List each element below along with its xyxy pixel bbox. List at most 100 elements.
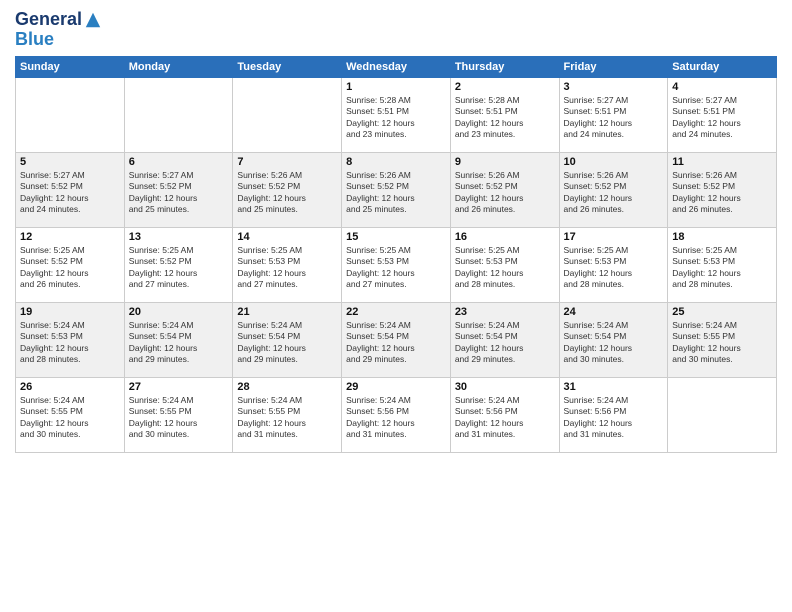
day-number: 27	[129, 381, 229, 393]
calendar-cell: 15 Sunrise: 5:25 AM Sunset: 5:53 PM Dayli…	[342, 227, 451, 302]
calendar-cell: 23 Sunrise: 5:24 AM Sunset: 5:54 PM Dayli…	[450, 302, 559, 377]
day-number: 3	[564, 81, 664, 93]
day-number: 19	[20, 306, 120, 318]
day-number: 13	[129, 231, 229, 243]
logo-general: General	[15, 10, 82, 30]
cell-details: Sunrise: 5:24 AM Sunset: 5:55 PM Dayligh…	[20, 395, 120, 441]
calendar-week-row: 1 Sunrise: 5:28 AM Sunset: 5:51 PM Daylig…	[16, 77, 777, 152]
calendar-cell: 14 Sunrise: 5:25 AM Sunset: 5:53 PM Dayli…	[233, 227, 342, 302]
calendar-cell: 28 Sunrise: 5:24 AM Sunset: 5:55 PM Dayli…	[233, 377, 342, 452]
calendar-cell	[668, 377, 777, 452]
calendar-cell: 5Sunrise: 5:27 AM Sunset: 5:52 PM Daylig…	[16, 152, 125, 227]
calendar-cell: 24Sunrise: 5:24 AM Sunset: 5:54 PM Dayli…	[559, 302, 668, 377]
calendar-cell: 25 Sunrise: 5:24 AM Sunset: 5:55 PM Dayli…	[668, 302, 777, 377]
calendar-cell: 12Sunrise: 5:25 AM Sunset: 5:52 PM Dayli…	[16, 227, 125, 302]
day-number: 30	[455, 381, 555, 393]
cell-details: Sunrise: 5:24 AM Sunset: 5:56 PM Dayligh…	[455, 395, 555, 441]
calendar-cell: 31 Sunrise: 5:24 AM Sunset: 5:56 PM Dayli…	[559, 377, 668, 452]
calendar-header-friday: Friday	[559, 56, 668, 77]
cell-details: Sunrise: 5:27 AM Sunset: 5:51 PM Dayligh…	[564, 95, 664, 141]
day-number: 22	[346, 306, 446, 318]
calendar-cell: 26 Sunrise: 5:24 AM Sunset: 5:55 PM Dayli…	[16, 377, 125, 452]
calendar-cell: 4Sunrise: 5:27 AM Sunset: 5:51 PM Daylig…	[668, 77, 777, 152]
cell-details: Sunrise: 5:24 AM Sunset: 5:55 PM Dayligh…	[129, 395, 229, 441]
cell-details: Sunrise: 5:26 AM Sunset: 5:52 PM Dayligh…	[455, 170, 555, 216]
day-number: 12	[20, 231, 120, 243]
calendar-cell: 16 Sunrise: 5:25 AM Sunset: 5:53 PM Dayli…	[450, 227, 559, 302]
cell-details: Sunrise: 5:26 AM Sunset: 5:52 PM Dayligh…	[346, 170, 446, 216]
cell-details: Sunrise: 5:26 AM Sunset: 5:52 PM Dayligh…	[672, 170, 772, 216]
calendar-header-monday: Monday	[124, 56, 233, 77]
calendar-cell: 1 Sunrise: 5:28 AM Sunset: 5:51 PM Daylig…	[342, 77, 451, 152]
calendar-cell: 6Sunrise: 5:27 AM Sunset: 5:52 PM Daylig…	[124, 152, 233, 227]
day-number: 29	[346, 381, 446, 393]
day-number: 2	[455, 81, 555, 93]
day-number: 6	[129, 156, 229, 168]
calendar-cell: 3 Sunrise: 5:27 AM Sunset: 5:51 PM Daylig…	[559, 77, 668, 152]
calendar-header-row: SundayMondayTuesdayWednesdayThursdayFrid…	[16, 56, 777, 77]
cell-details: Sunrise: 5:24 AM Sunset: 5:56 PM Dayligh…	[564, 395, 664, 441]
calendar-cell: 10 Sunrise: 5:26 AM Sunset: 5:52 PM Dayli…	[559, 152, 668, 227]
calendar-table: SundayMondayTuesdayWednesdayThursdayFrid…	[15, 56, 777, 453]
day-number: 31	[564, 381, 664, 393]
calendar-header-wednesday: Wednesday	[342, 56, 451, 77]
calendar-cell: 27 Sunrise: 5:24 AM Sunset: 5:55 PM Dayli…	[124, 377, 233, 452]
calendar-cell: 7 Sunrise: 5:26 AM Sunset: 5:52 PM Daylig…	[233, 152, 342, 227]
day-number: 18	[672, 231, 772, 243]
calendar-cell: 18 Sunrise: 5:25 AM Sunset: 5:53 PM Dayli…	[668, 227, 777, 302]
calendar-cell: 22 Sunrise: 5:24 AM Sunset: 5:54 PM Dayli…	[342, 302, 451, 377]
logo-icon	[84, 11, 102, 29]
calendar-cell	[233, 77, 342, 152]
day-number: 28	[237, 381, 337, 393]
calendar-header-saturday: Saturday	[668, 56, 777, 77]
day-number: 10	[564, 156, 664, 168]
calendar-header-thursday: Thursday	[450, 56, 559, 77]
calendar-cell: 8Sunrise: 5:26 AM Sunset: 5:52 PM Daylig…	[342, 152, 451, 227]
day-number: 17	[564, 231, 664, 243]
day-number: 24	[564, 306, 664, 318]
cell-details: Sunrise: 5:25 AM Sunset: 5:53 PM Dayligh…	[237, 245, 337, 291]
day-number: 26	[20, 381, 120, 393]
day-number: 5	[20, 156, 120, 168]
cell-details: Sunrise: 5:27 AM Sunset: 5:51 PM Dayligh…	[672, 95, 772, 141]
cell-details: Sunrise: 5:26 AM Sunset: 5:52 PM Dayligh…	[237, 170, 337, 216]
calendar-cell	[16, 77, 125, 152]
cell-details: Sunrise: 5:25 AM Sunset: 5:53 PM Dayligh…	[672, 245, 772, 291]
day-number: 7	[237, 156, 337, 168]
day-number: 14	[237, 231, 337, 243]
logo: General Blue	[15, 10, 102, 50]
logo-blue: Blue	[15, 29, 54, 49]
cell-details: Sunrise: 5:24 AM Sunset: 5:54 PM Dayligh…	[455, 320, 555, 366]
day-number: 20	[129, 306, 229, 318]
calendar-week-row: 5Sunrise: 5:27 AM Sunset: 5:52 PM Daylig…	[16, 152, 777, 227]
day-number: 16	[455, 231, 555, 243]
cell-details: Sunrise: 5:24 AM Sunset: 5:54 PM Dayligh…	[237, 320, 337, 366]
day-number: 11	[672, 156, 772, 168]
calendar-cell: 11 Sunrise: 5:26 AM Sunset: 5:52 PM Dayli…	[668, 152, 777, 227]
calendar-cell: 9Sunrise: 5:26 AM Sunset: 5:52 PM Daylig…	[450, 152, 559, 227]
cell-details: Sunrise: 5:24 AM Sunset: 5:54 PM Dayligh…	[346, 320, 446, 366]
cell-details: Sunrise: 5:25 AM Sunset: 5:53 PM Dayligh…	[455, 245, 555, 291]
calendar-cell: 20Sunrise: 5:24 AM Sunset: 5:54 PM Dayli…	[124, 302, 233, 377]
calendar-header-sunday: Sunday	[16, 56, 125, 77]
cell-details: Sunrise: 5:24 AM Sunset: 5:55 PM Dayligh…	[672, 320, 772, 366]
calendar-cell: 19Sunrise: 5:24 AM Sunset: 5:53 PM Dayli…	[16, 302, 125, 377]
day-number: 1	[346, 81, 446, 93]
cell-details: Sunrise: 5:24 AM Sunset: 5:55 PM Dayligh…	[237, 395, 337, 441]
calendar-cell: 30 Sunrise: 5:24 AM Sunset: 5:56 PM Dayli…	[450, 377, 559, 452]
calendar-cell	[124, 77, 233, 152]
cell-details: Sunrise: 5:28 AM Sunset: 5:51 PM Dayligh…	[455, 95, 555, 141]
day-number: 15	[346, 231, 446, 243]
day-number: 21	[237, 306, 337, 318]
calendar-cell: 2 Sunrise: 5:28 AM Sunset: 5:51 PM Daylig…	[450, 77, 559, 152]
calendar-body: 1 Sunrise: 5:28 AM Sunset: 5:51 PM Daylig…	[16, 77, 777, 452]
cell-details: Sunrise: 5:25 AM Sunset: 5:53 PM Dayligh…	[346, 245, 446, 291]
cell-details: Sunrise: 5:28 AM Sunset: 5:51 PM Dayligh…	[346, 95, 446, 141]
calendar-header-tuesday: Tuesday	[233, 56, 342, 77]
calendar-week-row: 12 Sunrise: 5:25 AM Sunset: 5:52 PM Dayli…	[16, 227, 777, 302]
cell-details: Sunrise: 5:26 AM Sunset: 5:52 PM Dayligh…	[564, 170, 664, 216]
day-number: 23	[455, 306, 555, 318]
cell-details: Sunrise: 5:25 AM Sunset: 5:52 PM Dayligh…	[129, 245, 229, 291]
day-number: 25	[672, 306, 772, 318]
cell-details: Sunrise: 5:25 AM Sunset: 5:53 PM Dayligh…	[564, 245, 664, 291]
